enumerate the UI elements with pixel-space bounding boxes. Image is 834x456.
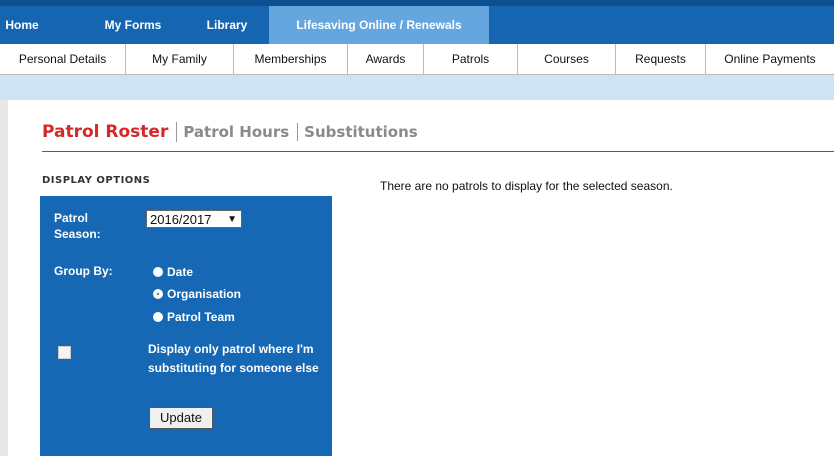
radio-patrol-team-label: Patrol Team xyxy=(167,310,235,324)
dropdown-arrow-icon: ▼ xyxy=(227,214,237,225)
tab-patrol-roster[interactable]: Patrol Roster xyxy=(42,122,178,142)
radio-date-label: Date xyxy=(167,265,194,279)
display-options-title: DISPLAY OPTIONS xyxy=(42,175,151,186)
sub-nav-requests[interactable]: Requests xyxy=(616,44,706,74)
season-label-line1: Patrol xyxy=(54,211,89,225)
substituting-checkbox[interactable] xyxy=(58,346,71,359)
substituting-checkbox-label: Display only patrol where I'm substituti… xyxy=(148,342,319,375)
sub-nav-memberships[interactable]: Memberships xyxy=(234,44,348,74)
sub-nav-online-payments[interactable]: Online Payments xyxy=(706,44,834,74)
sub-nav-courses[interactable]: Courses xyxy=(518,44,616,74)
season-label-line2: Season: xyxy=(54,227,101,241)
top-nav-lifesaving-online[interactable]: Lifesaving Online / Renewals xyxy=(269,6,489,44)
top-nav: Home My Forms Library Lifesaving Online … xyxy=(0,0,834,44)
sub-nav-personal-details[interactable]: Personal Details xyxy=(0,44,126,74)
top-nav-library[interactable]: Library xyxy=(197,6,257,44)
radio-organisation-label: Organisation xyxy=(167,287,242,301)
radio-patrol-team[interactable]: Patrol Team xyxy=(153,309,235,325)
update-button[interactable]: Update xyxy=(149,407,213,429)
display-options-panel: Patrol Season: 2016/2017 ▼ Group By: Dat… xyxy=(40,196,332,456)
radio-patrol-team-dot[interactable] xyxy=(153,312,163,322)
no-patrols-message: There are no patrols to display for the … xyxy=(380,179,673,193)
tabs-divider xyxy=(42,151,834,152)
main-content: Patrol Roster Patrol Hours Substitutions D… xyxy=(8,100,834,456)
header-band xyxy=(0,75,834,100)
radio-date[interactable]: Date xyxy=(153,264,193,280)
top-nav-my-forms[interactable]: My Forms xyxy=(103,6,163,44)
sub-nav-awards[interactable]: Awards xyxy=(348,44,424,74)
radio-date-dot[interactable] xyxy=(153,267,163,277)
patrol-tabs: Patrol Roster Patrol Hours Substitutions xyxy=(42,122,432,146)
sub-nav-my-family[interactable]: My Family xyxy=(126,44,234,74)
tab-patrol-hours[interactable]: Patrol Hours xyxy=(183,123,299,141)
group-by-label: Group By: xyxy=(54,264,113,278)
tab-substitutions[interactable]: Substitutions xyxy=(304,123,426,141)
season-label: Patrol Season: xyxy=(54,210,101,242)
top-nav-home[interactable]: Home xyxy=(0,6,44,44)
sub-nav-patrols[interactable]: Patrols xyxy=(424,44,518,74)
season-select[interactable]: 2016/2017 ▼ xyxy=(146,210,242,228)
radio-organisation[interactable]: Organisation xyxy=(153,286,241,302)
radio-organisation-dot[interactable] xyxy=(153,289,163,299)
season-select-value: 2016/2017 xyxy=(150,212,212,227)
sub-nav: Personal Details My Family Memberships A… xyxy=(0,44,834,75)
